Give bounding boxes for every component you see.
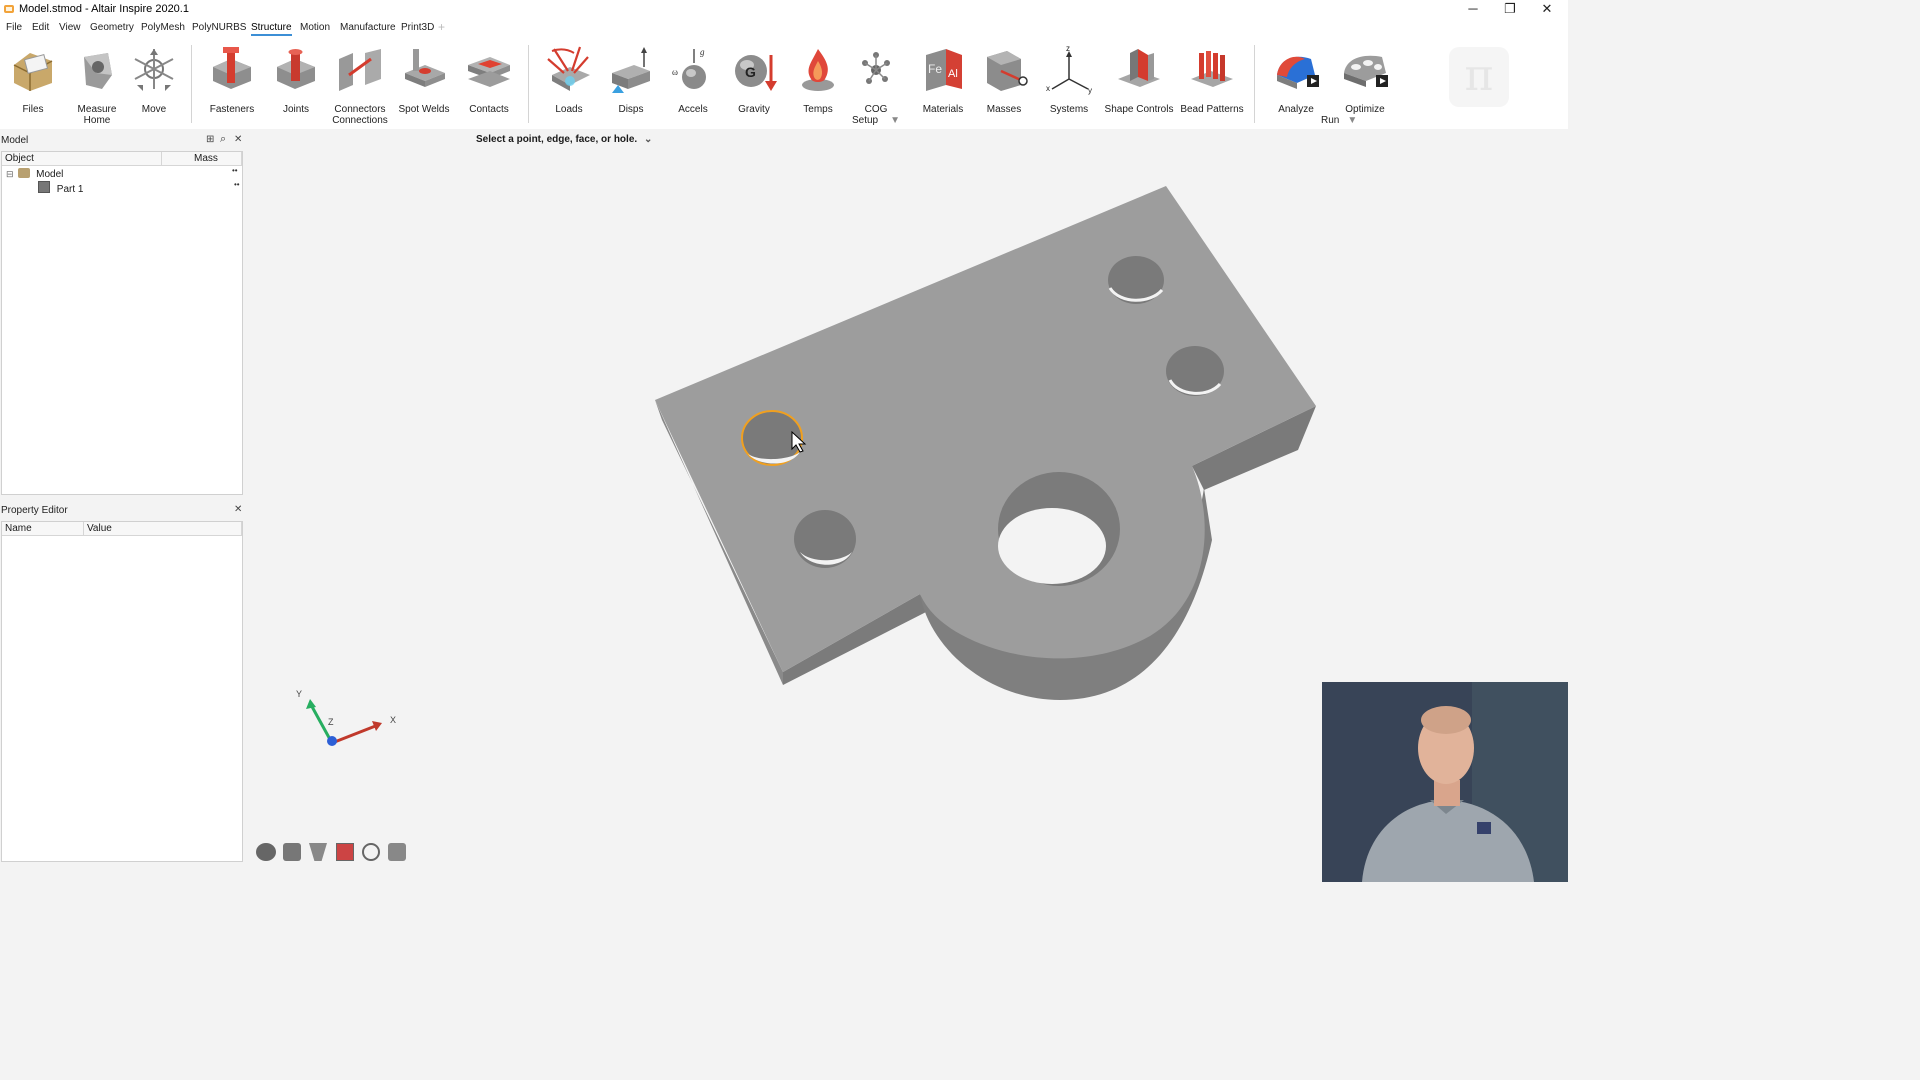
triad-y-label: Y bbox=[296, 689, 302, 699]
view-settings-icon[interactable] bbox=[388, 843, 406, 861]
triad-x-label: X bbox=[390, 715, 396, 725]
presenter-video-image bbox=[1322, 682, 1568, 882]
view-orbit-icon[interactable] bbox=[256, 843, 276, 861]
view-box-select-icon[interactable] bbox=[336, 843, 354, 861]
view-zoom-icon[interactable] bbox=[362, 843, 380, 861]
axis-triad: Y Z X bbox=[296, 689, 396, 746]
webcam-overlay bbox=[1322, 682, 1568, 882]
triad-z-label: Z bbox=[328, 717, 334, 727]
view-cube-icon[interactable] bbox=[283, 843, 301, 861]
